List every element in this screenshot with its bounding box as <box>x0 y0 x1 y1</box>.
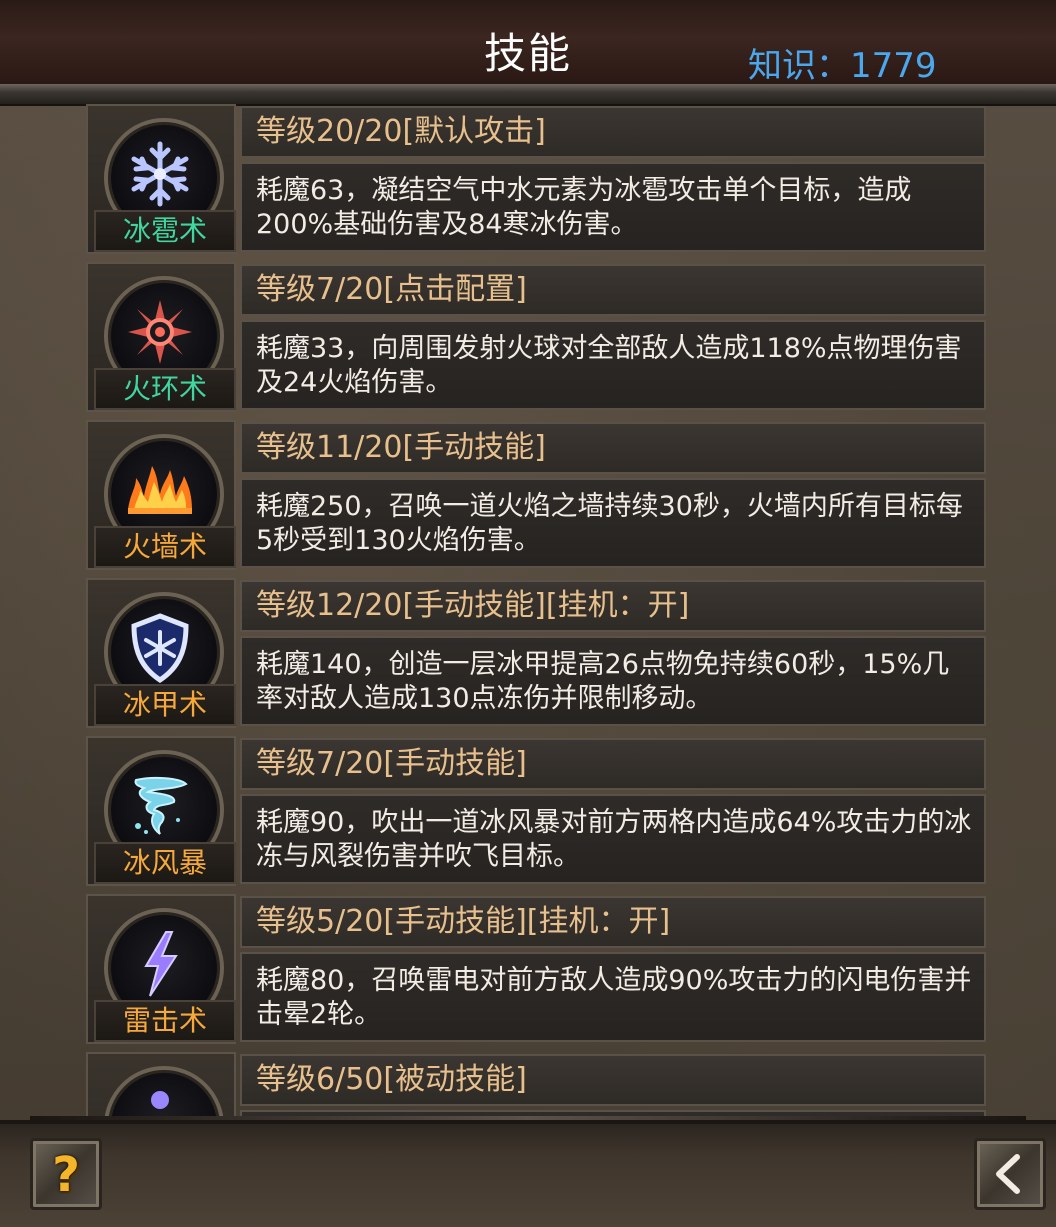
skill-description: 耗魔80，召唤雷电对前方敌人造成90%攻击力的闪电伤害并击晕2轮。 <box>240 952 986 1042</box>
back-arrow-icon <box>996 1154 1020 1194</box>
skill-row[interactable]: 冰甲术 等级12/20[手动技能][挂机：开] 耗魔140，创造一层冰甲提高26… <box>86 578 990 728</box>
skill-description: 耗魔63，凝结空气中水元素为冰雹攻击单个目标，造成200%基础伤害及84寒冰伤害… <box>240 162 986 252</box>
skill-row[interactable]: 冰风暴 等级7/20[手动技能] 耗魔90，吹出一道冰风暴对前方两格内造成64%… <box>86 736 990 886</box>
ice-shield-icon <box>131 613 189 684</box>
skill-list[interactable]: 冰雹术 等级20/20[默认攻击] 耗魔63，凝结空气中水元素为冰雹攻击单个目标… <box>86 104 990 1120</box>
skill-row[interactable]: 等级6/50[被动技能] <box>86 1052 990 1120</box>
footer <box>0 1120 1056 1227</box>
snowflake-icon <box>131 141 189 207</box>
skill-name: 冰甲术 <box>94 684 236 726</box>
skill-name: 冰雹术 <box>94 210 236 252</box>
help-button[interactable]: ? <box>30 1138 102 1210</box>
skill-level: 等级7/20[手动技能] <box>240 738 986 790</box>
skill-icon-frame[interactable]: 冰风暴 <box>86 736 236 886</box>
fire-wall-icon <box>128 466 192 514</box>
skill-level: 等级12/20[手动技能][挂机：开] <box>240 580 986 632</box>
header: 技能 知识：1779 <box>0 0 1056 88</box>
skill-description: 耗魔250，召唤一道火焰之墙持续30秒，火墙内所有目标每5秒受到130火焰伤害。 <box>240 478 986 568</box>
skill-name: 冰风暴 <box>94 842 236 884</box>
skill-row[interactable]: 冰雹术 等级20/20[默认攻击] 耗魔63，凝结空气中水元素为冰雹攻击单个目标… <box>86 104 990 254</box>
skill-level: 等级20/20[默认攻击] <box>240 106 986 158</box>
skill-row[interactable]: 雷击术 等级5/20[手动技能][挂机：开] 耗魔80，召唤雷电对前方敌人造成9… <box>86 894 990 1044</box>
question-mark-icon: ? <box>52 1147 80 1203</box>
skill-level: 等级11/20[手动技能] <box>240 422 986 474</box>
skill-icon-frame[interactable]: 火墙术 <box>86 420 236 570</box>
skill-description: 耗魔140，创造一层冰甲提高26点物免持续60秒，15%几率对敌人造成130点冻… <box>240 636 986 726</box>
skill-level: 等级7/20[点击配置] <box>240 264 986 316</box>
skill-icon-frame[interactable]: 冰甲术 <box>86 578 236 728</box>
lightning-icon <box>144 931 178 997</box>
meditate-icon <box>148 1091 172 1120</box>
skill-name: 火环术 <box>94 368 236 410</box>
skill-name: 雷击术 <box>94 1000 236 1042</box>
skill-row[interactable]: 火环术 等级7/20[点击配置] 耗魔33，向周围发射火球对全部敌人造成118%… <box>86 262 990 412</box>
skill-description: 耗魔90，吹出一道冰风暴对前方两格内造成64%攻击力的冰冻与风裂伤害并吹飞目标。 <box>240 794 986 884</box>
back-button[interactable] <box>974 1138 1046 1210</box>
skill-icon-frame[interactable] <box>86 1052 236 1120</box>
knowledge-counter: 知识：1779 <box>748 46 937 86</box>
header-divider <box>0 84 1056 106</box>
skill-icon-frame[interactable]: 冰雹术 <box>86 104 236 254</box>
skill-row[interactable]: 火墙术 等级11/20[手动技能] 耗魔250，召唤一道火焰之墙持续30秒，火墙… <box>86 420 990 570</box>
skill-level: 等级6/50[被动技能] <box>240 1054 986 1106</box>
skill-level: 等级5/20[手动技能][挂机：开] <box>240 896 986 948</box>
fire-ring-icon <box>128 300 192 364</box>
skill-description: 耗魔33，向周围发射火球对全部敌人造成118%点物理伤害及24火焰伤害。 <box>240 320 986 410</box>
tornado-icon <box>134 776 188 835</box>
skill-icon-frame[interactable]: 雷击术 <box>86 894 236 1044</box>
skill-name: 火墙术 <box>94 526 236 568</box>
skill-icon-frame[interactable]: 火环术 <box>86 262 236 412</box>
